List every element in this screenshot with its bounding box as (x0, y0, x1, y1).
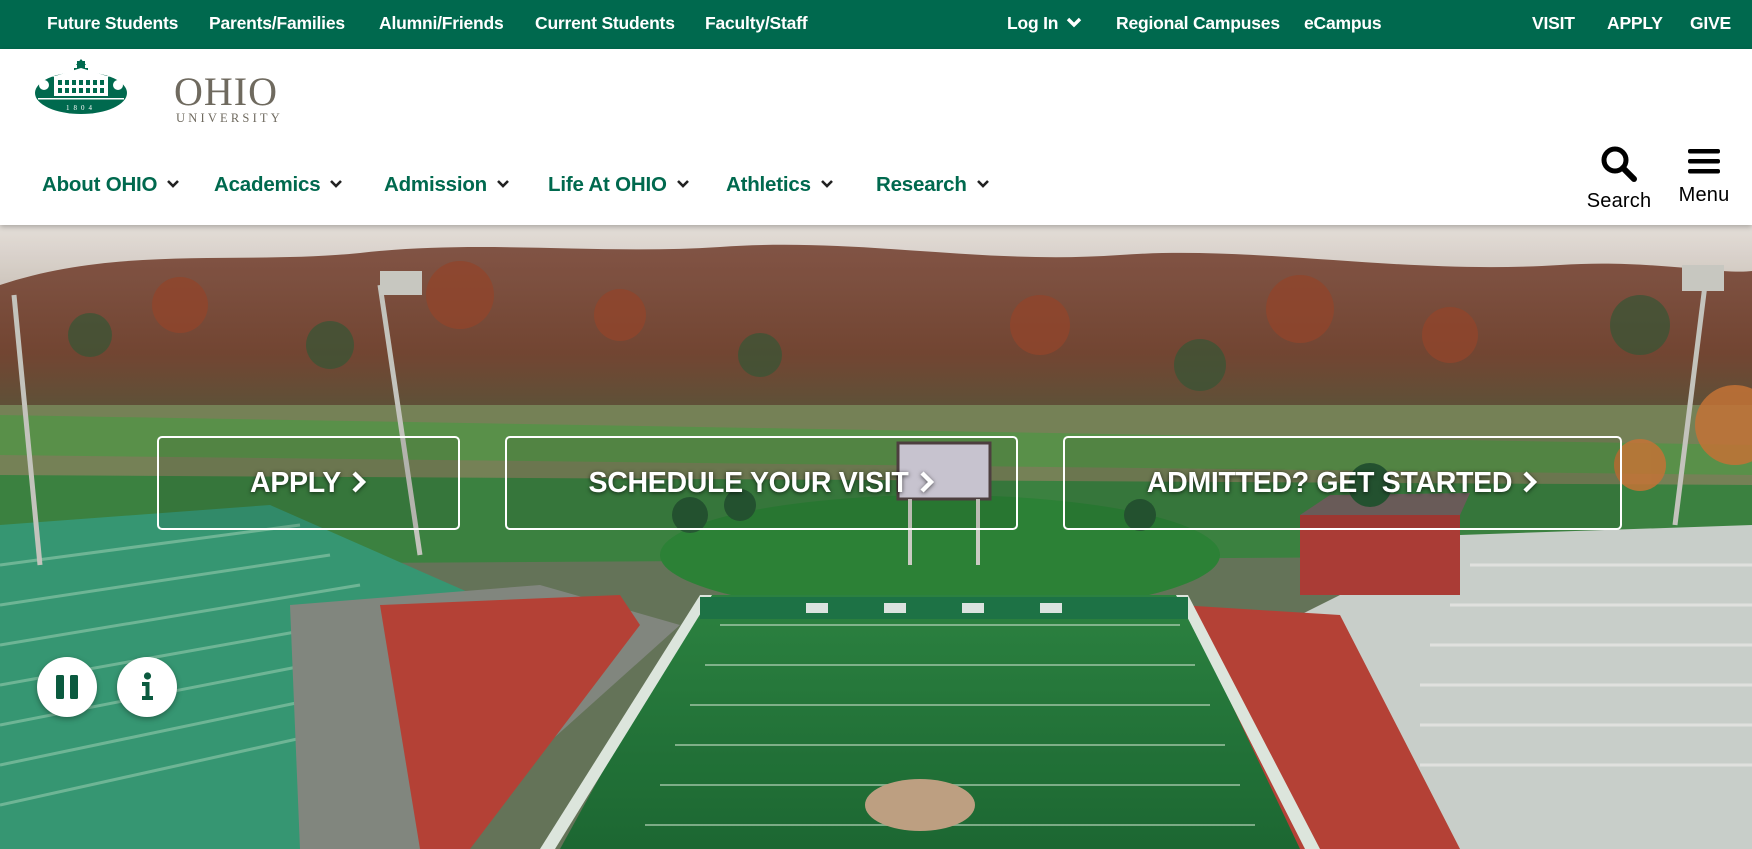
hamburger-menu-icon (1688, 149, 1720, 174)
nav-life-at-ohio[interactable]: Life At OHIO (548, 169, 690, 201)
pause-video-button[interactable] (37, 657, 97, 717)
link-future-students[interactable]: Future Students (47, 0, 178, 49)
chevron-down-icon (330, 179, 343, 188)
nav-admission-label: Admission (384, 173, 487, 196)
admitted-get-started-cta-button[interactable]: ADMITTED? GET STARTED (1063, 436, 1622, 530)
link-apply[interactable]: APPLY (1607, 0, 1663, 49)
link-alumni-friends[interactable]: Alumni/Friends (379, 0, 504, 49)
chevron-down-icon (167, 179, 180, 188)
chevron-down-icon (1067, 18, 1082, 28)
chevron-right-icon (1523, 471, 1538, 493)
nav-about-label: About OHIO (42, 173, 158, 196)
nav-research-label: Research (876, 173, 967, 196)
link-ecampus[interactable]: eCampus (1304, 0, 1382, 49)
link-faculty-staff[interactable]: Faculty/Staff (705, 0, 808, 49)
nav-athletics-label: Athletics (726, 173, 811, 196)
cutler-hall-emblem: 1804 (35, 59, 127, 114)
schedule-visit-label: SCHEDULE YOUR VISIT (588, 467, 909, 499)
chevron-right-icon (919, 471, 934, 493)
stadium-aerial-image (0, 225, 1752, 849)
info-icon (142, 672, 153, 700)
nav-life-label: Life At OHIO (548, 173, 667, 196)
apply-cta-button[interactable]: APPLY (157, 436, 460, 530)
menu-button[interactable]: Menu (1676, 145, 1732, 207)
nav-about-ohio[interactable]: About OHIO (42, 169, 180, 201)
link-parents-families[interactable]: Parents/Families (209, 0, 345, 49)
pause-icon (56, 675, 78, 699)
nav-admission[interactable]: Admission (384, 169, 510, 201)
chevron-right-icon (352, 471, 367, 493)
menu-label: Menu (1678, 184, 1730, 206)
site-header: 1804 OHIO UNIVERSITY About OHIO Academic… (0, 49, 1752, 225)
link-current-students[interactable]: Current Students (535, 0, 675, 49)
hero-banner: APPLY SCHEDULE YOUR VISIT ADMITTED? GET … (0, 225, 1752, 849)
apply-cta-label: APPLY (250, 467, 341, 499)
logo-year: 1804 (66, 104, 96, 112)
chevron-down-icon (676, 179, 689, 188)
admitted-label: ADMITTED? GET STARTED (1146, 467, 1513, 499)
logo-subtitle: UNIVERSITY (176, 111, 283, 125)
login-label: Log In (1007, 13, 1059, 33)
chevron-down-icon (976, 179, 989, 188)
search-icon (1601, 146, 1637, 182)
nav-academics-label: Academics (214, 173, 321, 196)
link-give[interactable]: GIVE (1690, 0, 1731, 49)
login-dropdown[interactable]: Log In (1007, 0, 1082, 49)
nav-research[interactable]: Research (876, 169, 990, 201)
video-info-button[interactable] (117, 657, 177, 717)
link-visit[interactable]: VISIT (1532, 0, 1575, 49)
nav-athletics[interactable]: Athletics (726, 169, 834, 201)
chevron-down-icon (497, 179, 509, 188)
nav-academics[interactable]: Academics (214, 169, 343, 201)
audience-bar: Future Students Parents/Families Alumni/… (0, 0, 1752, 49)
ohio-university-logo[interactable]: 1804 OHIO UNIVERSITY (34, 59, 280, 125)
link-regional-campuses[interactable]: Regional Campuses (1116, 0, 1280, 49)
chevron-down-icon (820, 179, 833, 188)
search-button[interactable]: Search (1582, 145, 1656, 213)
schedule-visit-cta-button[interactable]: SCHEDULE YOUR VISIT (505, 436, 1018, 530)
search-label: Search (1586, 190, 1652, 212)
logo-wordmark: OHIO (174, 69, 278, 114)
